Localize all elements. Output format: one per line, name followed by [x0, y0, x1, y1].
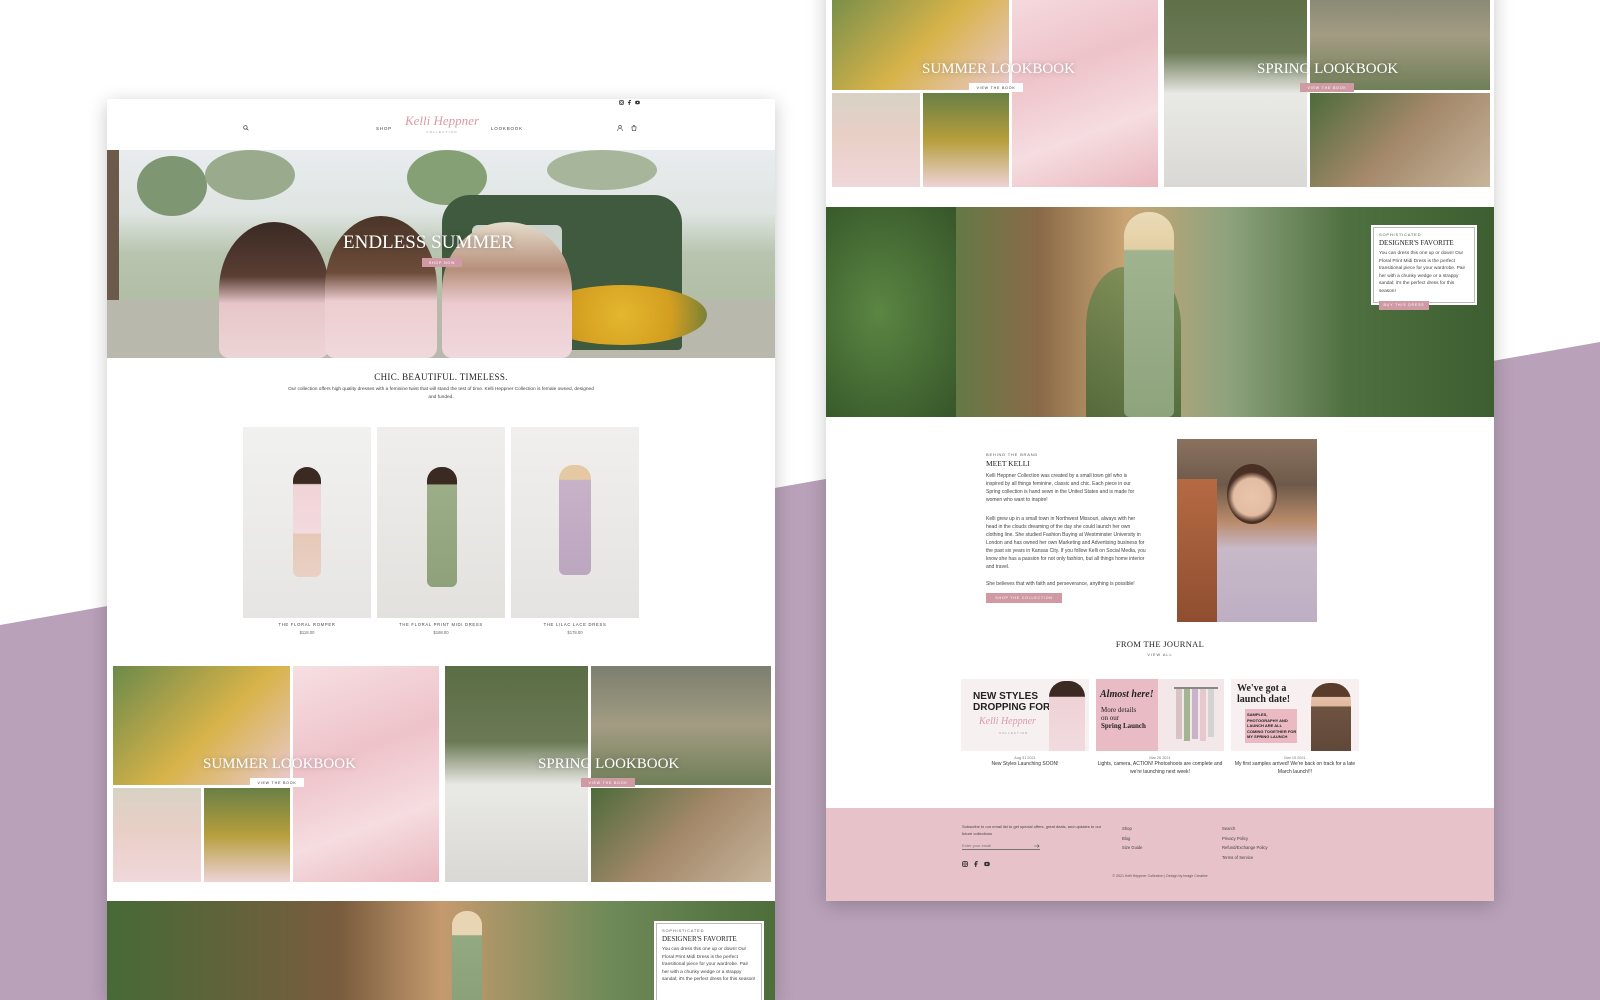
- site-header: SHOP Kelli Heppner COLLECTION LOOKBOOK: [107, 99, 775, 150]
- product-price: $178.00: [567, 630, 583, 635]
- product-name[interactable]: THE FLORAL PRINT MIDI DRESS: [377, 622, 505, 627]
- logo-sub: COLLECTION: [426, 130, 458, 134]
- footer-link[interactable]: Shop: [1122, 824, 1142, 834]
- journal-post-date: Mar 19 2021: [1284, 756, 1306, 760]
- shop-the-collection-button[interactable]: SHOP THE COLLECTION: [986, 593, 1062, 603]
- footer-link[interactable]: Size Guide: [1122, 843, 1142, 853]
- logo[interactable]: Kelli Heppner COLLECTION: [397, 113, 487, 134]
- about-title: MEET KELLI: [986, 459, 1030, 468]
- journal-post-image[interactable]: We've got a launch date! SAMPLES, PHOTOG…: [1231, 679, 1359, 751]
- facebook-icon[interactable]: [973, 861, 979, 867]
- hero-shop-now-button[interactable]: SHOP NOW: [422, 258, 462, 267]
- product-name[interactable]: THE LILAC LACE DRESS: [511, 622, 639, 627]
- product-image[interactable]: [511, 427, 639, 618]
- lookbook-summer-button[interactable]: VIEW THE BOOK: [969, 83, 1023, 92]
- product-image[interactable]: [377, 427, 505, 618]
- about-section: BEHIND THE BRAND MEET KELLI Kelli Heppne…: [986, 452, 1146, 603]
- featured-card: SOPHISTICATED DESIGNER'S FAVORITE You ca…: [1371, 225, 1477, 310]
- footer-link[interactable]: Search: [1222, 824, 1268, 834]
- featured-body: You can dress this one up or down! Our F…: [1379, 251, 1466, 294]
- facebook-icon[interactable]: [627, 100, 632, 105]
- email-field[interactable]: [962, 842, 1040, 850]
- product-name[interactable]: THE FLORAL ROMPER: [243, 622, 371, 627]
- featured-card: SOPHISTICATED DESIGNER'S FAVORITE You ca…: [654, 921, 764, 1000]
- logo-script: Kelli Heppner: [404, 113, 479, 128]
- footer-links-col1: Shop Blog Size Guide: [1122, 824, 1142, 853]
- journal-post-title[interactable]: Lights, camera, ACTION! Photoshoots are …: [1096, 761, 1224, 776]
- about-paragraph-2: Kelli grew up in a small town in Northwe…: [986, 516, 1146, 570]
- lookbook-summer[interactable]: SUMMER LOOKBOOK VIEW THE BOOK: [113, 666, 439, 882]
- model-figure: [1124, 212, 1174, 417]
- journal-post-date: Mar 26 2021: [1149, 756, 1171, 760]
- homepage-mockup-left: SHOP Kelli Heppner COLLECTION LOOKBOOK E…: [107, 99, 775, 1000]
- product-price: $168.00: [433, 630, 449, 635]
- footer-link[interactable]: Privacy Policy: [1222, 834, 1268, 844]
- lookbook-summer-button[interactable]: VIEW THE BOOK: [250, 778, 304, 787]
- footer-social-icons: [962, 861, 990, 867]
- lookbook-summer-title: SUMMER LOOKBOOK: [203, 756, 356, 772]
- account-icon[interactable]: [617, 125, 623, 131]
- lookbook-spring-button[interactable]: VIEW THE BOOK: [1300, 83, 1354, 92]
- homepage-mockup-right: SUMMER LOOKBOOK VIEW THE BOOK SPRING LOO…: [826, 0, 1494, 901]
- featured-title: DESIGNER'S FAVORITE: [662, 935, 737, 943]
- intro-section: CHIC. BEAUTIFUL. TIMELESS. Our collectio…: [287, 372, 595, 401]
- lookbook-summer[interactable]: SUMMER LOOKBOOK VIEW THE BOOK: [832, 0, 1158, 187]
- product-card[interactable]: THE FLORAL ROMPER $118.00: [243, 427, 371, 635]
- lookbook-spring-title: SPRING LOOKBOOK: [538, 756, 680, 772]
- intro-body: Our collection offers high quality dress…: [288, 387, 594, 400]
- kelli-portrait: [1177, 439, 1317, 622]
- journal-post-image[interactable]: NEW STYLES DROPPING FOR Kelli Heppner CO…: [961, 679, 1089, 751]
- youtube-icon[interactable]: [984, 861, 990, 867]
- social-icons-top: [619, 100, 640, 105]
- arrow-right-icon[interactable]: [1034, 844, 1040, 848]
- lookbook-spring-title: SPRING LOOKBOOK: [1257, 61, 1399, 77]
- cart-icon[interactable]: [631, 125, 637, 131]
- product-image[interactable]: [243, 427, 371, 618]
- buy-this-dress-button[interactable]: BUY THIS DRESS: [1379, 300, 1429, 310]
- instagram-icon[interactable]: [619, 100, 624, 105]
- product-price: $118.00: [299, 630, 315, 635]
- footer-link[interactable]: Blog: [1122, 834, 1142, 844]
- footer-link[interactable]: Terms of Service: [1222, 853, 1268, 863]
- nav-shop[interactable]: SHOP: [376, 126, 392, 131]
- journal-post-image[interactable]: Almost here! More details on our Spring …: [1096, 679, 1224, 751]
- journal-post[interactable]: We've got a launch date! SAMPLES, PHOTOG…: [1231, 679, 1359, 776]
- intro-title: CHIC. BEAUTIFUL. TIMELESS.: [374, 372, 508, 382]
- lookbook-spring[interactable]: SPRING LOOKBOOK VIEW THE BOOK: [445, 666, 771, 882]
- about-paragraph-1: Kelli Heppner Collection was created by …: [986, 473, 1135, 503]
- journal-post[interactable]: NEW STYLES DROPPING FOR Kelli Heppner CO…: [961, 679, 1089, 769]
- lookbook-spring[interactable]: SPRING LOOKBOOK VIEW THE BOOK: [1164, 0, 1490, 187]
- featured-body: You can dress this one up or down! Our F…: [662, 947, 756, 983]
- footer-link[interactable]: Refund/Exchange Policy: [1222, 843, 1268, 853]
- journal-title: FROM THE JOURNAL: [1115, 639, 1205, 649]
- hero-banner: ENDLESS SUMMER SHOP NOW: [107, 150, 775, 358]
- lookbook-summer-title: SUMMER LOOKBOOK: [922, 61, 1075, 77]
- site-footer: Subscribe to our email list to get speci…: [826, 808, 1494, 901]
- product-card[interactable]: THE FLORAL PRINT MIDI DRESS $168.00: [377, 427, 505, 635]
- journal-post-title[interactable]: My first samples arrived! We're back on …: [1231, 761, 1359, 776]
- hero-title: ENDLESS SUMMER: [343, 232, 514, 253]
- featured-eyebrow: SOPHISTICATED: [662, 928, 705, 933]
- journal-post-date: Aug 31 2021: [1014, 756, 1036, 760]
- instagram-icon[interactable]: [962, 861, 968, 867]
- lookbook-spring-button[interactable]: VIEW THE BOOK: [581, 778, 635, 787]
- journal-section: FROM THE JOURNAL VIEW ALL: [826, 639, 1494, 657]
- youtube-icon[interactable]: [635, 100, 640, 105]
- journal-post[interactable]: Almost here! More details on our Spring …: [1096, 679, 1224, 776]
- search-icon[interactable]: [243, 125, 249, 131]
- featured-eyebrow: SOPHISTICATED: [1379, 232, 1422, 237]
- nav-lookbook[interactable]: LOOKBOOK: [491, 126, 523, 131]
- featured-title: DESIGNER'S FAVORITE: [1379, 239, 1454, 247]
- journal-post-title[interactable]: New Styles Launching SOON!: [961, 761, 1089, 769]
- product-card[interactable]: THE LILAC LACE DRESS $178.00: [511, 427, 639, 635]
- copyright: © 2021 Kelli Heppner Collection | Design…: [1112, 874, 1208, 878]
- newsletter-text: Subscribe to our email list to get speci…: [962, 824, 1102, 836]
- footer-links-col2: Search Privacy Policy Refund/Exchange Po…: [1222, 824, 1268, 862]
- about-eyebrow: BEHIND THE BRAND: [986, 452, 1039, 457]
- journal-view-all-link[interactable]: VIEW ALL: [826, 653, 1494, 657]
- about-paragraph-3: She believes that with faith and perseve…: [986, 581, 1135, 587]
